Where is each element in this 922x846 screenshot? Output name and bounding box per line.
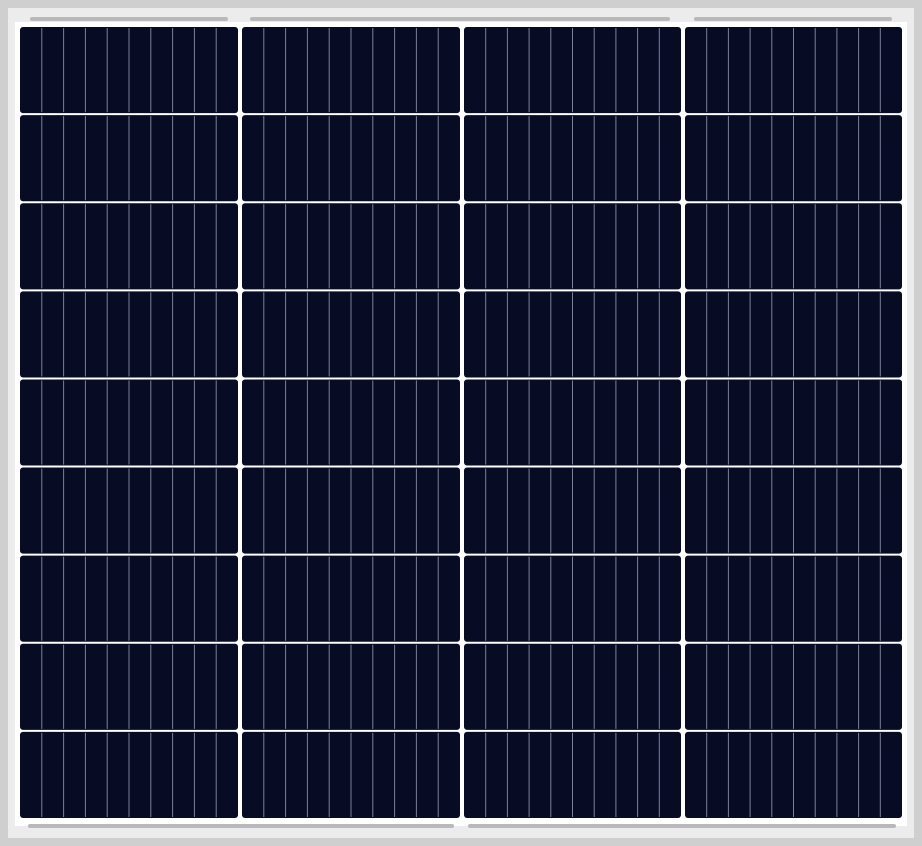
frame-highlight-top-middle (250, 17, 670, 21)
frame-highlight-top-left (30, 17, 228, 21)
frame-highlight-top-right (694, 17, 892, 21)
frame-highlight-bottom-left (28, 824, 454, 828)
solar-panel (0, 0, 922, 846)
frame-highlight-bottom-right (468, 824, 896, 828)
